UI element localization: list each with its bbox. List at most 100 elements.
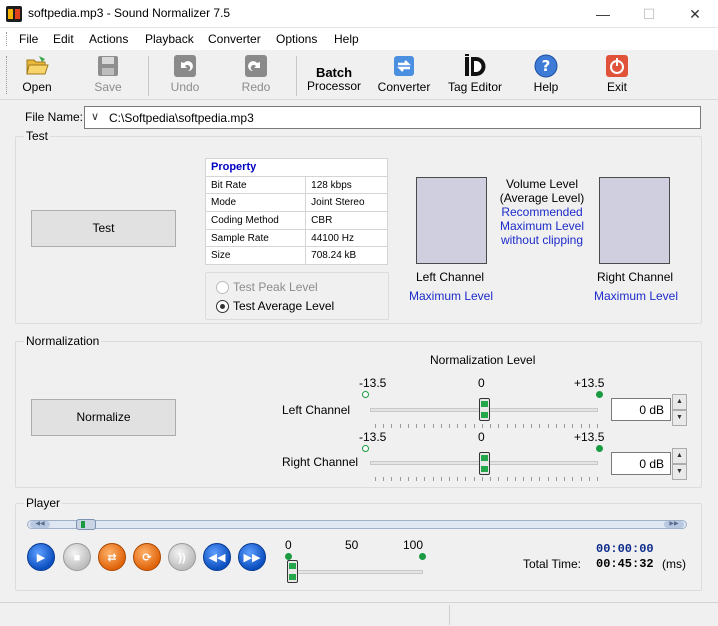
slider-tick [375, 424, 376, 428]
total-time-label: Total Time: [523, 557, 582, 571]
right-db-field[interactable]: 0 dB [611, 452, 671, 475]
right-min-marker [362, 445, 369, 452]
total-time: 00:45:32 [596, 557, 654, 571]
property-value: Joint Stereo [305, 193, 388, 213]
help-button[interactable]: ? Help [523, 54, 569, 98]
right-spin-up-icon[interactable]: ▲ [672, 448, 687, 464]
save-button[interactable]: Save [86, 54, 130, 98]
slider-tick [588, 477, 590, 481]
right-channel-thumb[interactable] [478, 452, 490, 475]
floppy-disk-icon [96, 54, 120, 78]
menu-edit[interactable]: Edit [53, 32, 74, 46]
test-button[interactable]: Test [31, 210, 176, 247]
slider-tick [555, 477, 557, 481]
normalization-level-title: Normalization Level [430, 353, 536, 367]
normalize-button[interactable]: Normalize [31, 399, 176, 436]
seek-back-icon[interactable]: ◀◀ [30, 521, 50, 528]
test-group-title: Test [24, 129, 51, 143]
file-name-combobox[interactable]: ∨ C:\Softpedia\softpedia.mp3 [84, 106, 701, 129]
next-button[interactable]: ▶▶ [238, 543, 266, 571]
open-button[interactable]: Open [14, 54, 60, 98]
menu-playback[interactable]: Playback [145, 32, 194, 46]
slider-tick [407, 477, 409, 481]
batch-processor-button[interactable]: Batch Processor [304, 54, 364, 98]
volume-track[interactable] [290, 570, 423, 574]
converter-button[interactable]: Converter [375, 54, 433, 98]
slider-tick [498, 477, 500, 481]
undo-label: Undo [170, 80, 200, 94]
current-time: 00:00:00 [596, 542, 654, 556]
recommended-line-3: without clipping [500, 233, 584, 247]
property-value: 44100 Hz [305, 228, 388, 248]
redo-button[interactable]: Redo [234, 54, 278, 98]
mute-button[interactable]: )) [168, 543, 196, 571]
volume-min-marker [285, 553, 292, 560]
slider-tick [449, 477, 450, 481]
volume-thumb[interactable] [286, 560, 298, 583]
test-peak-radio[interactable] [216, 281, 229, 294]
slider-tick [383, 477, 385, 481]
menu-options[interactable]: Options [276, 32, 317, 46]
tag-editor-label: Tag Editor [447, 80, 503, 94]
shuffle-button[interactable]: ⇄ [98, 543, 126, 571]
seek-forward-icon[interactable]: ▶▶ [664, 521, 684, 528]
property-value: 128 kbps [305, 175, 388, 195]
previous-button[interactable]: ◀◀ [203, 543, 231, 571]
menu-file[interactable]: File [19, 32, 38, 46]
menu-converter[interactable]: Converter [208, 32, 261, 46]
left-min-label: -13.5 [359, 376, 387, 390]
table-row: Coding Method CBR [204, 211, 388, 230]
maximize-icon[interactable]: ☐ [626, 0, 672, 28]
property-name: Coding Method [204, 211, 307, 230]
svg-text:?: ? [542, 57, 551, 75]
toolbar-grip [6, 56, 10, 94]
property-name: Mode [204, 193, 307, 213]
chevron-down-icon[interactable]: ∨ [91, 110, 99, 123]
slider-tick [523, 424, 524, 428]
property-name: Bit Rate [204, 175, 307, 195]
slider-tick [539, 477, 541, 481]
right-max-marker [596, 445, 603, 452]
slider-tick [547, 424, 549, 428]
repeat-button[interactable]: ⟳ [133, 543, 161, 571]
seek-bar[interactable]: ◀◀ ▶▶ [27, 519, 687, 530]
window-title: softpedia.mp3 - Sound Normalizer 7.5 [28, 6, 231, 20]
slider-tick [440, 424, 442, 428]
menu-actions[interactable]: Actions [89, 32, 128, 46]
left-spin-up-icon[interactable]: ▲ [672, 394, 687, 410]
test-average-radio[interactable] [216, 300, 229, 313]
slider-tick [399, 424, 401, 428]
undo-button[interactable]: Undo [163, 54, 207, 98]
property-table: Property Bit Rate 128 kbps Mode Joint Ster… [204, 158, 388, 266]
skip-back-icon: ◀◀ [208, 552, 226, 564]
left-channel-meter [416, 177, 487, 264]
minimize-icon[interactable]: — [580, 0, 626, 28]
table-row: Sample Rate 44100 Hz [204, 228, 388, 248]
stop-button[interactable]: ■ [63, 543, 91, 571]
tag-editor-button[interactable]: Tag Editor [444, 54, 506, 98]
play-icon: ▶ [36, 552, 46, 564]
slider-tick [597, 477, 598, 481]
slider-tick [588, 424, 590, 428]
convert-arrows-icon [392, 54, 416, 78]
test-peak-label: Test Peak Level [233, 280, 318, 294]
slider-tick [523, 477, 524, 481]
slider-tick [407, 424, 409, 428]
help-question-icon: ? [534, 54, 558, 78]
right-spin-down-icon[interactable]: ▼ [672, 464, 687, 480]
seek-thumb[interactable] [75, 519, 96, 530]
right-channel-ticks [375, 477, 598, 481]
left-channel-thumb[interactable] [478, 398, 490, 421]
slider-tick [531, 477, 533, 481]
slider-tick [457, 424, 459, 428]
close-icon[interactable]: ✕ [672, 0, 718, 28]
slider-tick [424, 424, 426, 428]
left-spin-down-icon[interactable]: ▼ [672, 410, 687, 426]
slider-tick [597, 424, 598, 428]
play-button[interactable]: ▶ [27, 543, 55, 571]
exit-button[interactable]: Exit [597, 54, 637, 98]
property-header: Property [205, 158, 388, 177]
slider-tick [498, 424, 500, 428]
left-db-field[interactable]: 0 dB [611, 398, 671, 421]
menu-help[interactable]: Help [334, 32, 359, 46]
